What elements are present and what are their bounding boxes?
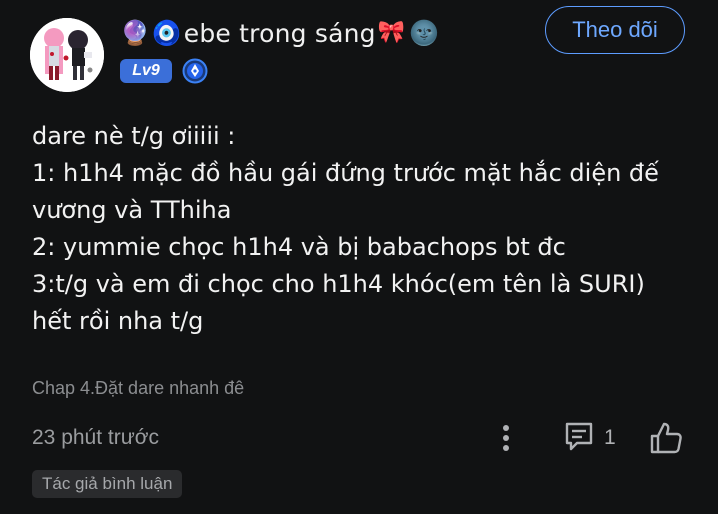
new-moon-face-emoji: 🌚 <box>409 19 440 47</box>
comment-line: dare nè t/g ơiiiii : <box>32 122 236 150</box>
follow-button[interactable]: Theo dõi <box>545 6 685 54</box>
comment-reply-icon <box>562 419 596 458</box>
reply-button[interactable]: 1 <box>562 420 616 456</box>
reply-count: 1 <box>604 426 616 449</box>
comment-line: hết rồi nha t/g <box>32 307 204 335</box>
comment-text: dare nè t/g ơiiiii : 1: h1h4 mặc đồ hầu … <box>32 118 692 340</box>
crystal-ball-emoji: 🔮 <box>120 19 150 47</box>
username[interactable]: ebe trong sáng <box>184 19 376 48</box>
comment-line: 3:t/g và em đi chọc cho h1h4 khóc(em tên… <box>32 270 645 298</box>
comment-line: 1: h1h4 mặc đồ hầu gái đứng trước mặt hắ… <box>32 159 659 187</box>
avatar[interactable] <box>30 18 104 92</box>
thumbs-up-icon[interactable] <box>648 420 684 456</box>
nazar-amulet-emoji: 🧿 <box>151 19 182 47</box>
comment-timestamp: 23 phút trước <box>32 426 160 449</box>
more-vertical-icon[interactable] <box>494 422 518 454</box>
user-badges: Lv9 <box>120 58 208 84</box>
chapter-reference-link[interactable]: Chap 4.Đặt dare nhanh đê <box>32 378 244 399</box>
username-row[interactable]: 🔮 🧿 ebe trong sáng 🎀 🌚 <box>120 14 439 52</box>
author-comment-tag: Tác giả bình luận <box>32 470 183 498</box>
comment-line: 2: yummie chọc h1h4 và bị babachops bt đ… <box>32 233 566 261</box>
ribbon-emoji: 🎀 <box>377 20 406 45</box>
comment-line: vương và TThiha <box>32 196 232 224</box>
level-badge: Lv9 <box>120 59 172 83</box>
pen-nib-badge-icon <box>182 58 208 84</box>
